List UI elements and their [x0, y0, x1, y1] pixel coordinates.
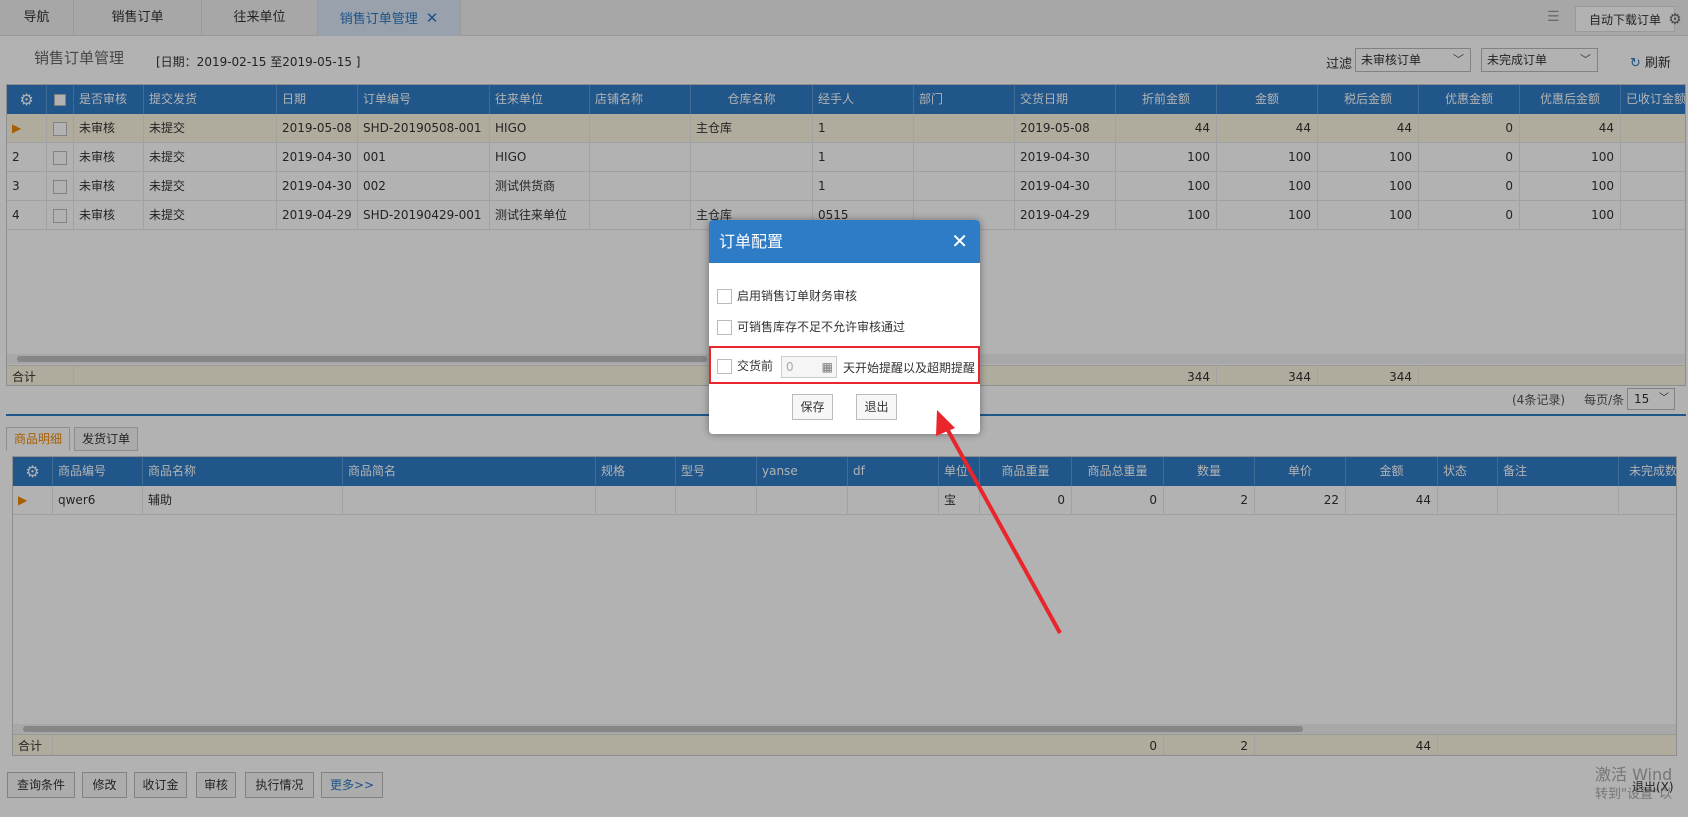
enable-finance-audit-checkbox[interactable] — [717, 289, 732, 304]
calendar-icon[interactable]: ▦ — [822, 357, 833, 377]
highlight-box: 交货前 0 ▦ 天开始提醒以及超期提醒 — [709, 346, 980, 384]
insufficient-stock-checkbox[interactable] — [717, 320, 732, 335]
delivery-reminder-checkbox[interactable] — [717, 359, 732, 374]
order-config-dialog: 订单配置 ✕ 启用销售订单财务审核 可销售库存不足不允许审核通过 交货前 0 ▦ … — [709, 220, 980, 434]
close-icon[interactable]: ✕ — [951, 220, 968, 263]
delivery-reminder-suffix: 天开始提醒以及超期提醒 — [843, 361, 976, 375]
enable-finance-audit-option[interactable]: 启用销售订单财务审核 — [717, 287, 857, 304]
exit-button[interactable]: 退出 — [856, 394, 897, 420]
reminder-days-value: 0 — [786, 360, 794, 374]
enable-finance-audit-label: 启用销售订单财务审核 — [737, 289, 858, 303]
dialog-title: 订单配置 — [719, 232, 784, 251]
reminder-days-input[interactable]: 0 ▦ — [781, 356, 837, 378]
dialog-header: 订单配置 ✕ — [709, 220, 980, 263]
delivery-reminder-option[interactable]: 交货前 — [717, 357, 773, 374]
insufficient-stock-option[interactable]: 可销售库存不足不允许审核通过 — [717, 318, 905, 335]
insufficient-stock-label: 可销售库存不足不允许审核通过 — [737, 320, 906, 334]
save-button[interactable]: 保存 — [792, 394, 833, 420]
delivery-reminder-prefix: 交货前 — [737, 359, 774, 373]
